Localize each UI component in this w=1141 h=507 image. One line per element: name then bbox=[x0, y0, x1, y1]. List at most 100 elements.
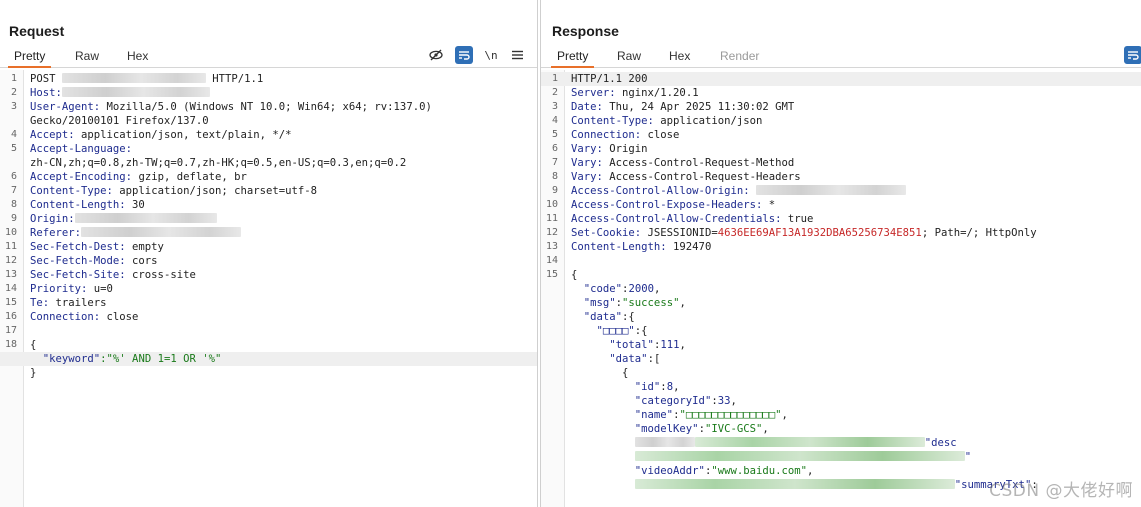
header-name: Sec-Fetch-Site: bbox=[30, 269, 126, 281]
tab-response-hex[interactable]: Hex bbox=[663, 48, 696, 68]
line-tail: HTTP/1.1 bbox=[205, 73, 264, 85]
response-line: 15 { bbox=[541, 268, 1141, 282]
redacted-block bbox=[755, 185, 906, 195]
show-newlines-button[interactable]: \n bbox=[482, 46, 500, 64]
json-string: "www.baidu.com" bbox=[711, 465, 808, 477]
json-comma: , bbox=[673, 381, 680, 393]
line-number: 5 bbox=[551, 129, 558, 140]
json-comma: , bbox=[762, 423, 769, 435]
json-key: "name" bbox=[634, 409, 674, 421]
request-line-text: Accept-Language: bbox=[30, 142, 132, 156]
request-line-text: Sec-Fetch-Site: cross-site bbox=[30, 268, 196, 282]
line-number: 14 bbox=[4, 283, 17, 294]
response-line-text: Date: Thu, 24 Apr 2025 11:30:02 GMT bbox=[571, 100, 794, 114]
response-editor[interactable]: 1 HTTP/1.1 200 2 Server: nginx/1.20.1 3 Date:… bbox=[541, 70, 1141, 507]
hide-eye-icon[interactable] bbox=[427, 46, 445, 64]
header-name: Te: bbox=[30, 297, 50, 309]
request-line: 12 Sec-Fetch-Mode: cors bbox=[0, 254, 537, 268]
request-line: 2 Host: bbox=[0, 86, 537, 100]
request-line: zh-CN,zh;q=0.8,zh-TW;q=0.7,zh-HK;q=0.5,e… bbox=[0, 156, 537, 170]
response-line: "id":8, bbox=[541, 380, 1141, 394]
header-name: Date: bbox=[571, 101, 603, 113]
response-line-text: "name":"□□□□□□□□□□□□□□", bbox=[571, 408, 788, 422]
line-value: Origin bbox=[602, 143, 648, 155]
line-value: } bbox=[30, 367, 37, 379]
response-line: " bbox=[541, 450, 1141, 464]
request-line-text: Te: trailers bbox=[30, 296, 107, 310]
tab-request-hex[interactable]: Hex bbox=[121, 48, 154, 68]
line-number: 8 bbox=[10, 199, 17, 210]
line-value: HTTP/1.1 200 bbox=[571, 73, 648, 85]
json-key: "id" bbox=[634, 381, 661, 393]
request-line: 11 Sec-Fetch-Dest: empty bbox=[0, 240, 537, 254]
menu-icon[interactable] bbox=[508, 46, 526, 64]
header-name: Access-Control-Allow-Credentials: bbox=[571, 213, 782, 225]
tab-response-pretty[interactable]: Pretty bbox=[551, 48, 595, 68]
line-value: { bbox=[30, 339, 37, 351]
line-number: 8 bbox=[551, 171, 558, 182]
line-value bbox=[571, 465, 635, 477]
request-line: 4 Accept: application/json, text/plain, *… bbox=[0, 128, 537, 142]
request-line-text: Accept: application/json, text/plain, */… bbox=[30, 128, 292, 142]
request-line: 6 Accept-Encoding: gzip, deflate, br bbox=[0, 170, 537, 184]
response-line: "msg":"success", bbox=[541, 296, 1141, 310]
request-line-text: Content-Type: application/json; charset=… bbox=[30, 184, 317, 198]
json-number: 111 bbox=[660, 339, 680, 351]
tab-request-pretty[interactable]: Pretty bbox=[8, 48, 52, 68]
line-number: 15 bbox=[545, 269, 558, 280]
request-line: 9 Origin: bbox=[0, 212, 537, 226]
json-comma: , bbox=[679, 339, 686, 351]
response-line-text: Access-Control-Expose-Headers: * bbox=[571, 198, 775, 212]
tab-response-render[interactable]: Render bbox=[714, 48, 765, 68]
header-name: User-Agent: bbox=[30, 101, 101, 113]
request-title: Request bbox=[9, 23, 65, 39]
line-value bbox=[571, 479, 635, 491]
header-name: Set-Cookie: bbox=[571, 227, 642, 239]
request-editor[interactable]: 1 POST HTTP/1.1 2 Host: 3 User-Agent: Mozilla… bbox=[0, 70, 537, 507]
line-value bbox=[571, 451, 635, 463]
wrap-lines-icon[interactable] bbox=[1124, 46, 1141, 64]
response-line-text: Content-Length: 192470 bbox=[571, 240, 711, 254]
line-number: 2 bbox=[551, 87, 558, 98]
wrap-lines-icon[interactable] bbox=[455, 46, 473, 64]
request-line-text: Referer: bbox=[30, 226, 242, 240]
header-name: Connection: bbox=[30, 311, 101, 323]
json-key: "code" bbox=[583, 283, 623, 295]
line-number: 1 bbox=[10, 73, 17, 84]
response-line: 6 Vary: Origin bbox=[541, 142, 1141, 156]
line-number: 12 bbox=[545, 227, 558, 238]
request-line: 3 User-Agent: Mozilla/5.0 (Windows NT 10.… bbox=[0, 100, 537, 114]
request-line-text: zh-CN,zh;q=0.8,zh-TW;q=0.7,zh-HK;q=0.5,e… bbox=[30, 156, 406, 170]
response-line: "□□□□":{ bbox=[541, 324, 1141, 338]
line-number: 12 bbox=[4, 255, 17, 266]
json-string: "success" bbox=[622, 297, 680, 309]
request-line: 8 Content-Length: 30 bbox=[0, 198, 537, 212]
response-line-text: "total":111, bbox=[571, 338, 686, 352]
response-line-text: " bbox=[571, 450, 971, 464]
line-value: close bbox=[100, 311, 139, 323]
tab-request-raw[interactable]: Raw bbox=[69, 48, 105, 68]
json-comma: , bbox=[730, 395, 737, 407]
json-string: "IVC-GCS" bbox=[704, 423, 763, 435]
line-value: Thu, 24 Apr 2025 11:30:02 GMT bbox=[602, 101, 795, 113]
tab-response-raw[interactable]: Raw bbox=[611, 48, 647, 68]
line-value bbox=[571, 353, 609, 365]
response-line: 4 Content-Type: application/json bbox=[541, 114, 1141, 128]
json-key: "keyword" bbox=[42, 353, 101, 365]
response-line: "modelKey":"IVC-GCS", bbox=[541, 422, 1141, 436]
header-name: Server: bbox=[571, 87, 616, 99]
json-separator: :{ bbox=[634, 325, 648, 337]
response-line: "total":111, bbox=[541, 338, 1141, 352]
request-line: 14 Priority: u=0 bbox=[0, 282, 537, 296]
response-line: 8 Vary: Access-Control-Request-Headers bbox=[541, 170, 1141, 184]
line-value: JSESSIONID= bbox=[641, 227, 718, 239]
line-value bbox=[571, 409, 635, 421]
line-value: Mozilla/5.0 (Windows NT 10.0; Win64; x64… bbox=[100, 101, 432, 113]
header-name: Content-Length: bbox=[30, 199, 126, 211]
request-line-text: Sec-Fetch-Mode: cors bbox=[30, 254, 158, 268]
request-line: "keyword":"%' AND 1=1 OR '%" bbox=[0, 352, 537, 366]
header-name: Sec-Fetch-Dest: bbox=[30, 241, 126, 253]
response-line-text: Vary: Access-Control-Request-Method bbox=[571, 156, 794, 170]
header-name: Vary: bbox=[571, 157, 603, 169]
line-number: 4 bbox=[551, 115, 558, 126]
